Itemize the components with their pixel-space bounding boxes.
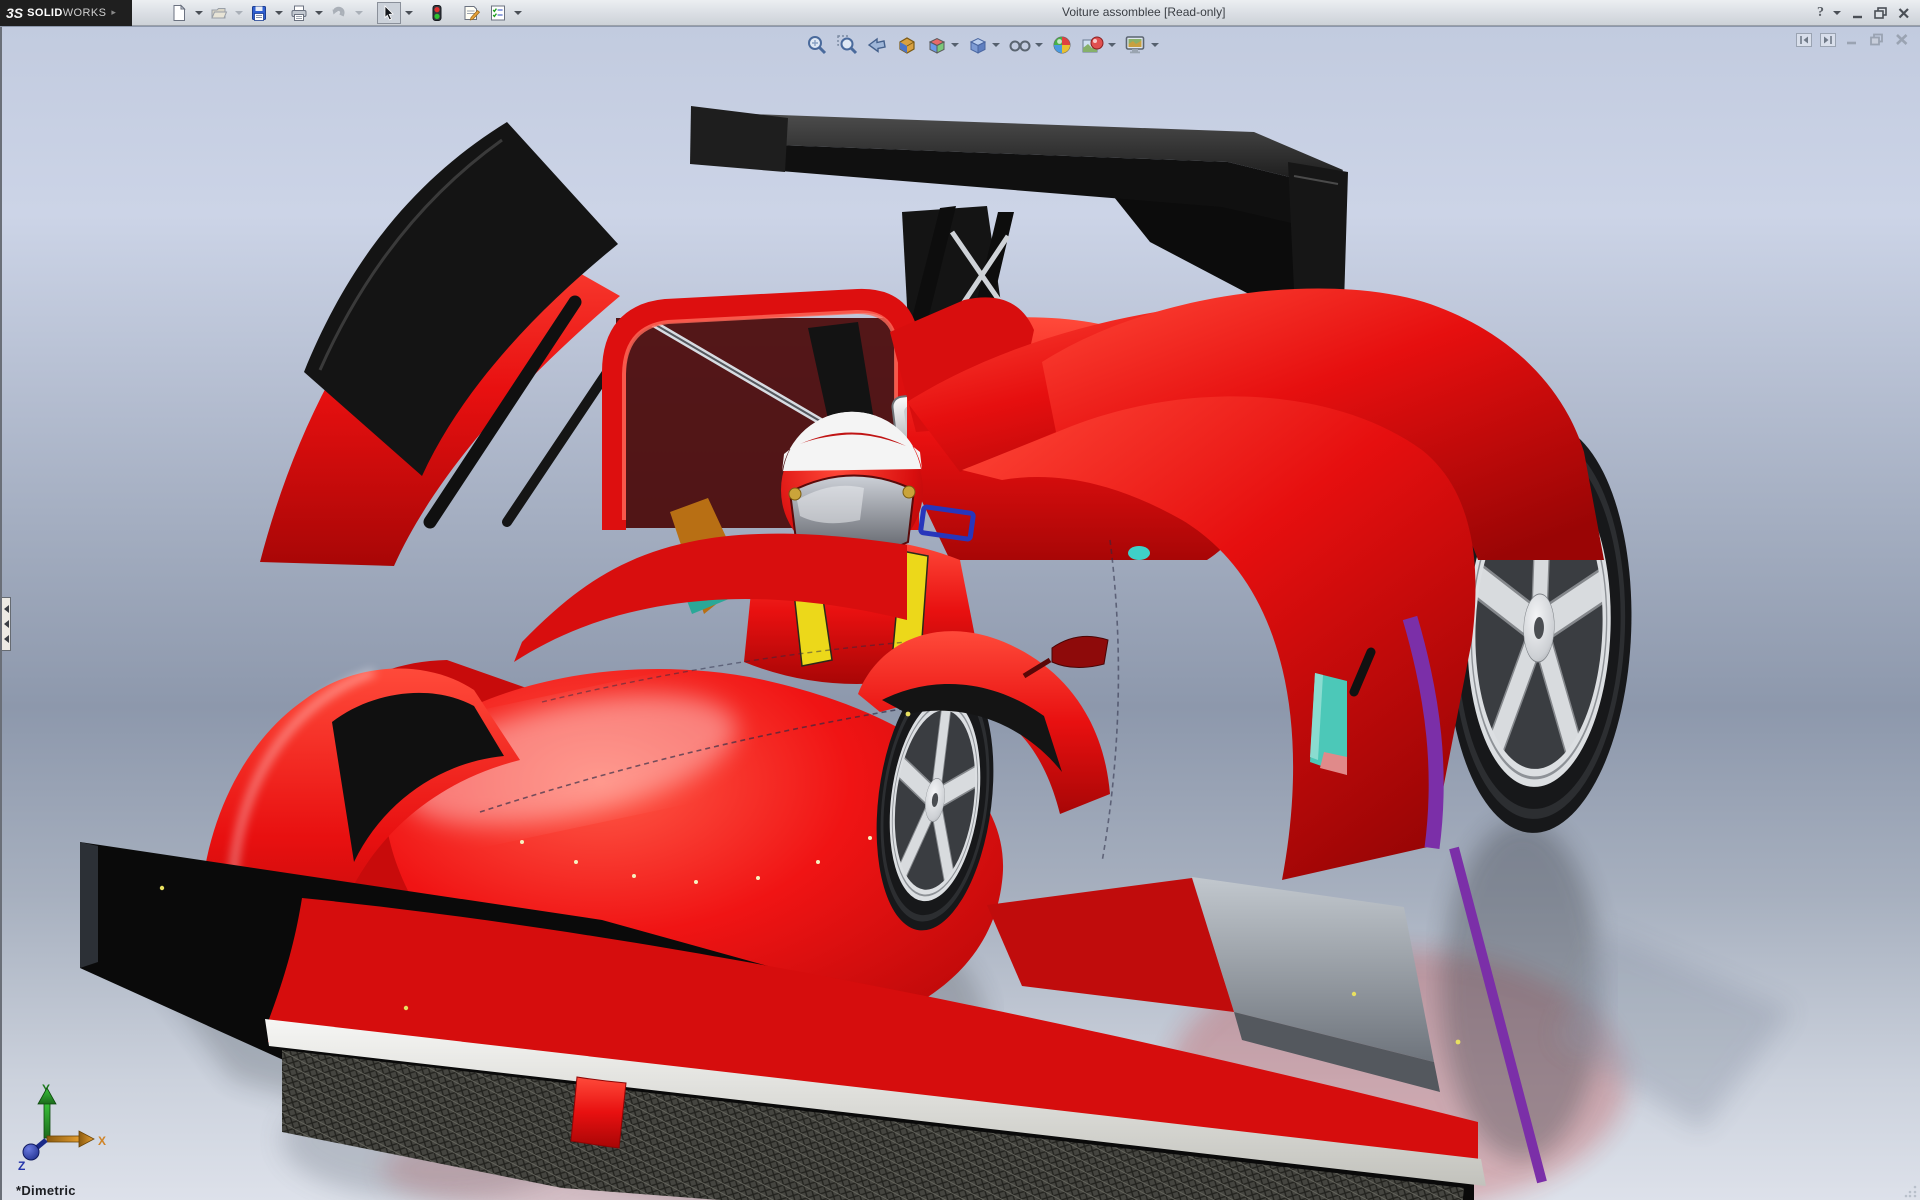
solidworks-logo: 3S SOLIDWORKS ▸ [0, 0, 132, 26]
properties-sheet-icon [462, 4, 481, 22]
help-button[interactable]: ? [1817, 5, 1824, 21]
document-title: Voiture assomblee [Read-only] [1062, 5, 1225, 19]
options-checklist-icon [489, 4, 507, 22]
zoom-to-fit-button[interactable] [804, 33, 830, 57]
print-dropdown-caret[interactable] [315, 11, 323, 15]
select-tool-button[interactable] [377, 2, 401, 24]
select-cursor-icon [380, 4, 398, 22]
document-close-button[interactable] [1894, 32, 1910, 47]
document-restore-button[interactable] [1868, 32, 1886, 47]
color-sphere-icon [1051, 34, 1073, 56]
save-floppy-icon [250, 4, 268, 22]
window-controls: ? [1817, 0, 1912, 26]
zoom-to-area-button[interactable] [834, 33, 860, 57]
shaded-cube-icon [967, 34, 989, 56]
title-bar: 3S SOLIDWORKS ▸ [0, 0, 1920, 26]
undo-button[interactable] [327, 2, 351, 24]
brand-name-solid: SOLID [27, 7, 63, 19]
view-orientation-button[interactable] [924, 33, 961, 57]
collapse-right-pane-button[interactable] [1820, 33, 1836, 47]
race-car-render[interactable] [2, 27, 1920, 1200]
back-arrow-icon [866, 34, 888, 56]
graphics-viewport[interactable]: Y X Z *Dimetric [0, 27, 1920, 1200]
hide-show-caret[interactable] [1035, 43, 1043, 47]
new-document-button[interactable] [167, 2, 191, 24]
brand-name-works: WORKS [63, 7, 107, 19]
section-view-button[interactable] [894, 33, 920, 57]
options-dropdown-caret[interactable] [514, 11, 522, 15]
view-settings-button[interactable] [1122, 33, 1161, 57]
print-button[interactable] [287, 2, 311, 24]
view-settings-caret[interactable] [1151, 43, 1159, 47]
undo-arrow-icon [330, 4, 348, 22]
resize-grip[interactable] [1904, 1184, 1918, 1198]
triad-x-label: X [98, 1134, 106, 1148]
view-orientation-caret[interactable] [951, 43, 959, 47]
close-button[interactable] [1896, 5, 1912, 21]
restore-button[interactable] [1872, 5, 1890, 21]
expand-pane-arrow-icon [4, 605, 9, 613]
new-document-icon [170, 4, 188, 22]
display-style-caret[interactable] [992, 43, 1000, 47]
magnifier-icon [806, 34, 828, 56]
heads-up-view-toolbar [802, 33, 1163, 57]
collapse-left-icon [1798, 35, 1810, 45]
eyeglasses-icon [1008, 34, 1032, 56]
new-dropdown-caret[interactable] [195, 11, 203, 15]
rebuild-button[interactable] [427, 2, 447, 24]
edit-appearance-button[interactable] [1049, 33, 1075, 57]
open-folder-icon [210, 4, 228, 22]
document-window-controls [1796, 32, 1910, 47]
solidworks-window: 3S SOLIDWORKS ▸ [0, 0, 1920, 1200]
expand-pane-arrow-icon [4, 620, 9, 628]
reference-triad: Y X Z [10, 1080, 120, 1172]
display-style-button[interactable] [965, 33, 1002, 57]
print-icon [290, 4, 308, 22]
section-cut-icon [896, 34, 918, 56]
select-dropdown-caret[interactable] [405, 11, 413, 15]
logo-flyout-arrow-icon[interactable]: ▸ [111, 7, 116, 18]
monitor-icon [1124, 34, 1148, 56]
previous-view-button[interactable] [864, 33, 890, 57]
apply-scene-button[interactable] [1079, 33, 1118, 57]
file-properties-button[interactable] [459, 2, 484, 24]
save-button[interactable] [247, 2, 271, 24]
minimize-button[interactable] [1850, 5, 1866, 21]
open-button[interactable] [207, 2, 231, 24]
apply-scene-caret[interactable] [1108, 43, 1116, 47]
collapse-right-icon [1822, 35, 1834, 45]
brand-3s-icon: 3S [6, 5, 23, 21]
help-dropdown-caret[interactable] [1833, 11, 1841, 15]
magnifier-area-icon [836, 34, 858, 56]
triad-z-label: Z [18, 1159, 25, 1172]
open-dropdown-caret[interactable] [235, 11, 243, 15]
view-cube-icon [926, 34, 948, 56]
standard-toolbar [166, 2, 525, 24]
view-orientation-label: *Dimetric [16, 1183, 76, 1198]
expand-pane-arrow-icon [4, 635, 9, 643]
stoplight-icon [430, 4, 444, 22]
feature-manager-collapsed-tab[interactable] [2, 597, 11, 651]
scene-sphere-icon [1081, 34, 1105, 56]
document-minimize-button[interactable] [1844, 32, 1860, 47]
collapse-left-pane-button[interactable] [1796, 33, 1812, 47]
hide-show-items-button[interactable] [1006, 33, 1045, 57]
options-button[interactable] [486, 2, 510, 24]
undo-dropdown-caret[interactable] [355, 11, 363, 15]
save-dropdown-caret[interactable] [275, 11, 283, 15]
